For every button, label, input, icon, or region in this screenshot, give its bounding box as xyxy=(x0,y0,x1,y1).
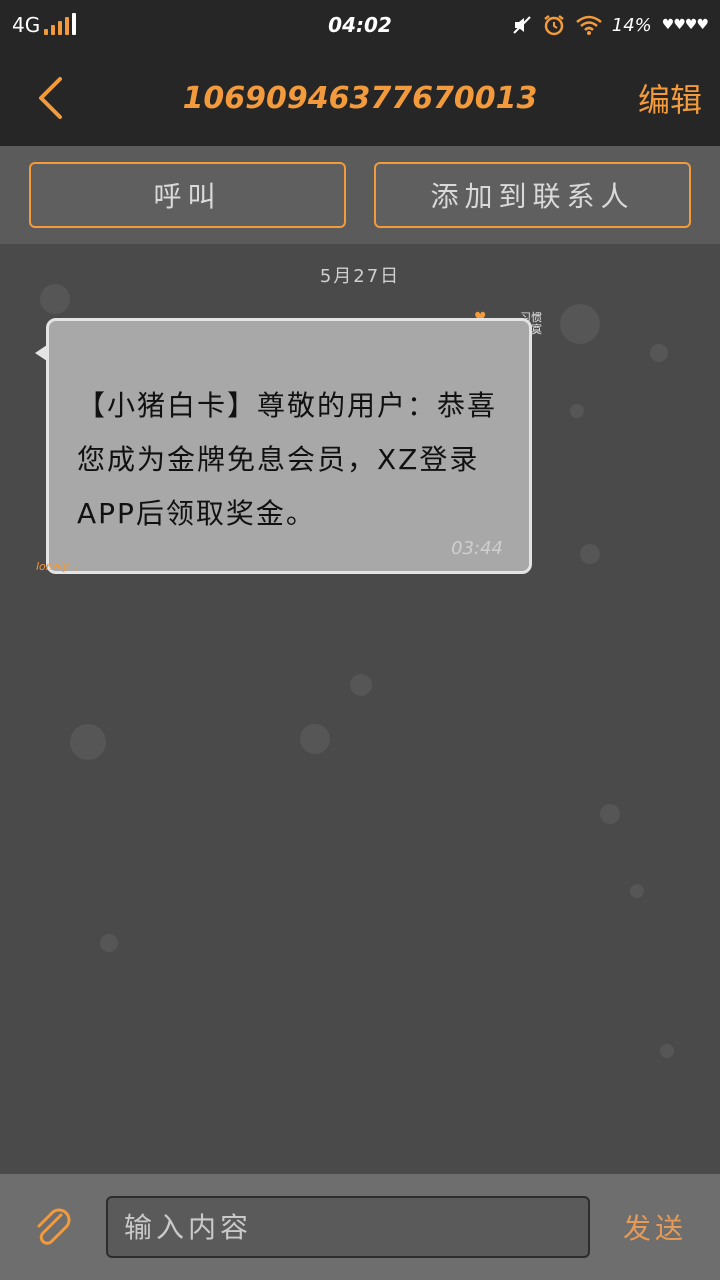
background-dust xyxy=(650,344,668,362)
back-button[interactable] xyxy=(0,50,100,146)
message-time: 03:44 xyxy=(451,538,503,559)
status-time: 04:02 xyxy=(328,13,392,37)
bubble-decoration-tag: lonely... xyxy=(36,560,79,573)
add-to-contacts-button[interactable]: 添加到联系人 xyxy=(374,162,691,228)
background-dust xyxy=(600,804,620,824)
background-dust xyxy=(660,1044,674,1058)
paperclip-icon xyxy=(37,1208,71,1245)
battery-hearts-icon: ♥♥♥♥ xyxy=(661,17,709,33)
chevron-left-icon xyxy=(39,77,62,119)
signal-strength-icon xyxy=(44,13,77,35)
network-type: 4G xyxy=(12,13,41,37)
alarm-icon xyxy=(544,15,564,36)
message-text: 【小猪白卡】尊敬的用户：恭喜您成为金牌免息会员，XZ登录APP后领取奖金。 xyxy=(77,389,498,530)
send-button[interactable]: 发送 xyxy=(590,1207,720,1247)
message-bubble[interactable]: 【小猪白卡】尊敬的用户：恭喜您成为金牌免息会员，XZ登录APP后领取奖金。 03… xyxy=(35,318,532,574)
status-left: 4G xyxy=(12,13,252,37)
call-button[interactable]: 呼叫 xyxy=(29,162,346,228)
action-bar: 呼叫 添加到联系人 xyxy=(0,146,720,244)
background-dust xyxy=(70,724,106,760)
status-right: 14% ♥♥♥♥ xyxy=(468,13,709,37)
background-dust xyxy=(350,674,372,696)
message-list[interactable]: 5月27日 ♥ 习惯寂寞 【小猪白卡】尊敬的用户：恭喜您成为金牌免息会员，XZ登… xyxy=(0,244,720,1174)
background-dust xyxy=(630,884,644,898)
edit-button[interactable]: 编辑 xyxy=(620,75,720,121)
background-dust xyxy=(100,934,118,952)
bubble-tail xyxy=(35,345,47,361)
wifi-icon xyxy=(575,15,602,35)
attach-button[interactable] xyxy=(0,1174,106,1280)
background-dust xyxy=(560,304,600,344)
conversation-header: 10690946377670013 编辑 xyxy=(0,50,720,146)
background-dust xyxy=(570,404,584,418)
background-dust xyxy=(580,544,600,564)
date-separator: 5月27日 xyxy=(319,266,401,287)
status-bar: 4G 04:02 14% ♥♥♥♥ xyxy=(0,0,720,50)
sender-number-title: 10690946377670013 xyxy=(182,80,538,116)
composer-bar: 发送 xyxy=(0,1174,720,1280)
background-dust xyxy=(300,724,330,754)
background-dust xyxy=(40,284,70,314)
message-input[interactable] xyxy=(106,1196,590,1258)
mute-icon xyxy=(513,16,531,34)
battery-percent: 14% xyxy=(611,14,652,36)
